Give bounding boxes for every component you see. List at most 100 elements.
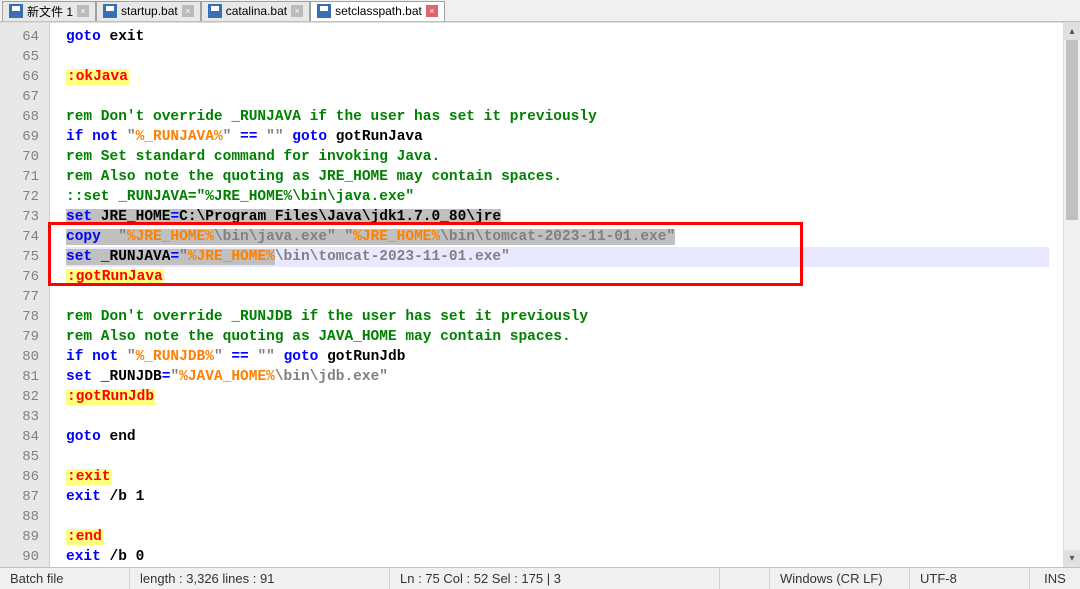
code-token: ": [344, 229, 353, 245]
code-line-83[interactable]: [66, 407, 1063, 427]
code-line-70[interactable]: rem Set standard command for invoking Ja…: [66, 147, 1063, 167]
line-number: 90: [0, 547, 39, 567]
code-line-79[interactable]: rem Also note the quoting as JAVA_HOME m…: [66, 327, 1063, 347]
code-line-76[interactable]: :gotRunJava: [66, 267, 1063, 287]
code-line-68[interactable]: rem Don't override _RUNJAVA if the user …: [66, 107, 1063, 127]
status-filetype: Batch file: [0, 568, 130, 589]
editor-area: 6465666768697071727374757677787980818283…: [0, 22, 1080, 567]
code-token: %JRE_HOME%: [353, 229, 440, 245]
line-number: 89: [0, 527, 39, 547]
code-token: end: [101, 429, 136, 445]
status-position: Ln : 75 Col : 52 Sel : 175 | 3: [390, 568, 720, 589]
tab-label: startup.bat: [121, 4, 178, 18]
code-line-88[interactable]: [66, 507, 1063, 527]
status-filler: [720, 568, 770, 589]
line-number: 64: [0, 27, 39, 47]
line-number: 66: [0, 67, 39, 87]
code-line-80[interactable]: if not "%_RUNJDB%" == "" goto gotRunJdb: [66, 347, 1063, 367]
code-line-81[interactable]: set _RUNJDB="%JAVA_HOME%\bin\jdb.exe": [66, 367, 1063, 387]
code-token: [118, 129, 127, 145]
code-token: "": [257, 349, 274, 365]
code-line-73[interactable]: set JRE_HOME=C:\Program Files\Java\jdk1.…: [66, 207, 1063, 227]
code-token: ": [127, 129, 136, 145]
code-token: rem Also note the quoting as JRE_HOME ma…: [66, 169, 562, 185]
tab-startup-bat[interactable]: startup.bat ×: [96, 1, 201, 21]
code-token: goto: [292, 129, 327, 145]
code-token: ==: [240, 129, 257, 145]
tab-catalina-bat[interactable]: catalina.bat ×: [201, 1, 310, 21]
code-content[interactable]: goto exit :okJava rem Don't override _RUNJ…: [50, 23, 1063, 567]
code-token: %JAVA_HOME%: [179, 369, 275, 385]
code-token: set: [66, 209, 92, 225]
close-icon[interactable]: ×: [77, 5, 89, 17]
code-token: rem Set standard command for invoking Ja…: [66, 149, 440, 165]
code-token: copy: [66, 229, 101, 245]
tab-label: setclasspath.bat: [335, 4, 422, 18]
code-token: /b 0: [101, 549, 145, 565]
line-number: 84: [0, 427, 39, 447]
line-number: 68: [0, 107, 39, 127]
code-line-78[interactable]: rem Don't override _RUNJDB if the user h…: [66, 307, 1063, 327]
code-line-85[interactable]: [66, 447, 1063, 467]
code-token: =: [170, 209, 179, 225]
line-number: 72: [0, 187, 39, 207]
code-line-87[interactable]: exit /b 1: [66, 487, 1063, 507]
code-token: \bin\tomcat-2023-11-01.exe": [440, 229, 675, 245]
line-number: 71: [0, 167, 39, 187]
code-token: %_RUNJAVA%: [136, 129, 223, 145]
tab-label: catalina.bat: [226, 4, 287, 18]
code-token: %_RUNJDB%: [136, 349, 214, 365]
tab-setclasspath-bat[interactable]: setclasspath.bat ×: [310, 1, 445, 21]
code-token: exit: [66, 489, 101, 505]
code-line-84[interactable]: goto end: [66, 427, 1063, 447]
code-token: exit: [66, 549, 101, 565]
line-number: 79: [0, 327, 39, 347]
line-number: 86: [0, 467, 39, 487]
vertical-scrollbar[interactable]: ▴ ▾: [1063, 23, 1080, 567]
code-token: [118, 349, 127, 365]
code-line-72[interactable]: ::set _RUNJAVA="%JRE_HOME%\bin\java.exe": [66, 187, 1063, 207]
line-number: 65: [0, 47, 39, 67]
tab-bar: 新文件 1×startup.bat×catalina.bat×setclassp…: [0, 0, 1080, 22]
code-line-71[interactable]: rem Also note the quoting as JRE_HOME ma…: [66, 167, 1063, 187]
tab-----1[interactable]: 新文件 1×: [2, 1, 96, 21]
close-icon[interactable]: ×: [426, 5, 438, 17]
scroll-thumb[interactable]: [1066, 40, 1078, 220]
code-line-64[interactable]: goto exit: [66, 27, 1063, 47]
code-line-82[interactable]: :gotRunJdb: [66, 387, 1063, 407]
save-icon: [317, 4, 331, 18]
code-token: if not: [66, 129, 118, 145]
code-token: goto: [66, 29, 101, 45]
scroll-up-arrow[interactable]: ▴: [1064, 23, 1080, 40]
code-line-66[interactable]: :okJava: [66, 67, 1063, 87]
code-token: [101, 229, 118, 245]
code-line-86[interactable]: :exit: [66, 467, 1063, 487]
code-line-75[interactable]: set _RUNJAVA="%JRE_HOME%\bin\tomcat-2023…: [66, 247, 1063, 267]
code-line-65[interactable]: [66, 47, 1063, 67]
line-number: 74: [0, 227, 39, 247]
code-token: set: [66, 369, 92, 385]
code-line-69[interactable]: if not "%_RUNJAVA%" == "" goto gotRunJav…: [66, 127, 1063, 147]
code-line-89[interactable]: :end: [66, 527, 1063, 547]
line-number: 87: [0, 487, 39, 507]
code-token: goto: [66, 429, 101, 445]
code-token: "": [266, 129, 283, 145]
line-number-gutter: 6465666768697071727374757677787980818283…: [0, 23, 50, 567]
code-line-67[interactable]: [66, 87, 1063, 107]
code-line-90[interactable]: exit /b 0: [66, 547, 1063, 567]
code-token: if not: [66, 349, 118, 365]
status-length: length : 3,326 lines : 91: [130, 568, 390, 589]
line-number: 85: [0, 447, 39, 467]
code-token: rem Don't override _RUNJAVA if the user …: [66, 109, 597, 125]
line-number: 67: [0, 87, 39, 107]
code-line-77[interactable]: [66, 287, 1063, 307]
close-icon[interactable]: ×: [182, 5, 194, 17]
line-number: 81: [0, 367, 39, 387]
line-number: 78: [0, 307, 39, 327]
code-line-74[interactable]: copy "%JRE_HOME%\bin\java.exe" "%JRE_HOM…: [66, 227, 1063, 247]
close-icon[interactable]: ×: [291, 5, 303, 17]
scroll-down-arrow[interactable]: ▾: [1064, 550, 1080, 567]
code-token: [275, 349, 284, 365]
line-number: 70: [0, 147, 39, 167]
code-token: =: [170, 249, 179, 265]
